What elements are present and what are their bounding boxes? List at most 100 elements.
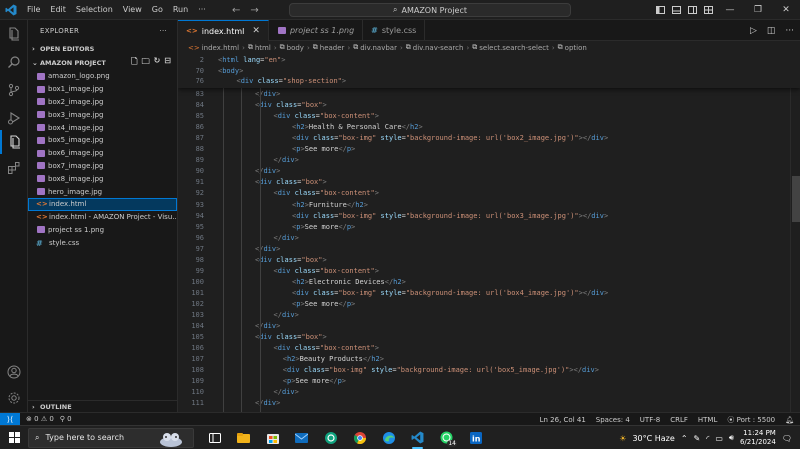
menu-item-selection[interactable]: Selection <box>71 0 118 20</box>
explorer-icon[interactable] <box>0 130 28 154</box>
run-and-debug-icon[interactable] <box>0 106 28 130</box>
split-editor-icon[interactable]: ◫ <box>767 26 776 36</box>
linkedin-icon[interactable]: in <box>461 426 490 449</box>
chatgpt-icon[interactable] <box>316 426 345 449</box>
toggle-primary-sidebar-icon[interactable] <box>652 0 668 20</box>
breadcrumb-item[interactable]: body <box>287 44 304 52</box>
chevron-up-icon[interactable]: ⌃ <box>681 434 688 443</box>
task-view-icon[interactable] <box>200 426 229 449</box>
code-line[interactable]: 89 </div> <box>178 155 800 166</box>
command-center[interactable]: ⌕ AMAZON Project <box>289 3 571 17</box>
problems-indicator[interactable]: ⊗ 0 ⚠ 0 <box>26 415 54 423</box>
chrome-icon[interactable] <box>345 426 374 449</box>
code-line[interactable]: 2 <html lang="en"> <box>178 55 800 66</box>
tab-project-ss-1-png[interactable]: project ss 1.png <box>269 20 364 41</box>
more-actions-icon[interactable]: ··· <box>785 26 794 36</box>
code-line[interactable]: 111</div> <box>178 398 800 409</box>
minimize-icon[interactable]: — <box>716 0 744 20</box>
live-server-port[interactable]: ⦿ Port : 5500 <box>727 415 775 425</box>
breadcrumb-item[interactable]: div.nav-search <box>413 44 464 52</box>
more-actions-icon[interactable]: ··· <box>159 27 167 35</box>
volume-icon[interactable]: 🔊︎ <box>729 433 734 443</box>
breadcrumb-item[interactable]: header <box>320 44 345 52</box>
new-file-icon[interactable]: 🗋 <box>131 56 137 70</box>
toggle-secondary-sidebar-icon[interactable] <box>684 0 700 20</box>
file-item[interactable]: hero_image.jpg <box>28 185 177 198</box>
file-item[interactable]: <> index.html <box>28 197 177 211</box>
source-control-icon[interactable] <box>0 78 28 102</box>
file-item[interactable]: box3_image.jpg <box>28 108 177 121</box>
edge-icon[interactable] <box>374 426 403 449</box>
clock[interactable]: 11:24 PM 6/21/2024 <box>740 429 776 447</box>
code-line[interactable]: 102 <p>See more</p> <box>178 299 800 310</box>
indentation[interactable]: Spaces: 4 <box>596 416 630 424</box>
close-icon[interactable]: ✕ <box>772 0 800 20</box>
outline-section[interactable]: › OUTLINE <box>28 400 178 412</box>
refresh-icon[interactable]: ↻ <box>154 56 161 70</box>
code-line[interactable]: 83</div> <box>178 89 800 100</box>
code-line[interactable]: 88 <p>See more</p> <box>178 144 800 155</box>
breadcrumb-item[interactable]: index.html <box>202 44 239 52</box>
file-item[interactable]: box4_image.jpg <box>28 121 177 134</box>
manage-gear-icon[interactable] <box>0 386 28 410</box>
code-line[interactable]: 110 </div> <box>178 387 800 398</box>
breadcrumb-item[interactable]: option <box>565 44 587 52</box>
menu-item-view[interactable]: View <box>118 0 147 20</box>
code-line[interactable]: 87 <div class="box-img" style="background… <box>178 133 800 144</box>
breadcrumb-item[interactable]: div.navbar <box>360 44 397 52</box>
wifi-icon[interactable]: ◜ <box>706 434 709 443</box>
tab-index-html[interactable]: <> index.html ✕ <box>178 20 269 41</box>
forward-arrow-icon[interactable]: → <box>250 5 258 16</box>
encoding[interactable]: UTF-8 <box>640 416 660 424</box>
code-line[interactable]: 95 <p>See more</p> <box>178 222 800 233</box>
code-line[interactable]: 91 <div class="box"> <box>178 177 800 188</box>
file-item[interactable]: box1_image.jpg <box>28 83 177 96</box>
vscode-taskbar-icon[interactable] <box>403 426 432 449</box>
accounts-icon[interactable] <box>0 360 28 384</box>
breadcrumb-item[interactable]: html <box>255 44 271 52</box>
remote-indicator-icon[interactable]: ⟩⟨ <box>0 412 20 426</box>
tab-close-icon[interactable]: ✕ <box>252 26 260 36</box>
file-item[interactable]: # style.css <box>28 236 177 249</box>
breadcrumb-item[interactable]: select.search-select <box>479 44 549 52</box>
code-line[interactable]: 86 <h2>Health & Personal Care</h2> <box>178 122 800 133</box>
pen-icon[interactable]: ✎ <box>694 434 701 443</box>
menu-item-go[interactable]: Go <box>147 0 168 20</box>
search-icon[interactable] <box>0 50 28 74</box>
microsoft-store-icon[interactable] <box>258 426 287 449</box>
code-line[interactable]: 106 <div class="box-content"> <box>178 343 800 354</box>
back-arrow-icon[interactable]: ← <box>232 5 240 16</box>
weather-text[interactable]: 30°C Haze <box>632 434 674 443</box>
file-item[interactable]: box2_image.jpg <box>28 96 177 109</box>
code-line[interactable]: 100 <h2>Electronic Devices</h2> <box>178 277 800 288</box>
code-line[interactable]: 94 <div class="box-img" style="background… <box>178 211 800 222</box>
file-item[interactable]: box7_image.jpg <box>28 160 177 173</box>
whatsapp-icon[interactable]: 14 <box>432 426 461 449</box>
notifications-bell-icon[interactable]: 🔔︎ <box>785 416 794 424</box>
file-item[interactable]: <> index.html - AMAZON Project - Visu... <box>28 211 177 224</box>
mail-icon[interactable] <box>287 426 316 449</box>
editor-scrollbar[interactable] <box>790 88 800 412</box>
open-editors-section[interactable]: › OPEN EDITORS <box>28 42 177 56</box>
menu-item-file[interactable]: File <box>22 0 45 20</box>
code-line[interactable]: 104</div> <box>178 321 800 332</box>
code-editor[interactable]: 2 <html lang="en"> 70 <body> 76 <div class="s… <box>178 54 800 412</box>
code-line[interactable]: 103 </div> <box>178 310 800 321</box>
code-line[interactable]: 84 <div class="box"> <box>178 100 800 111</box>
run-icon[interactable]: ▷ <box>750 26 757 36</box>
file-item[interactable]: box8_image.jpg <box>28 172 177 185</box>
code-line[interactable]: 108 <div class="box-img" style="backgroun… <box>178 365 800 376</box>
collapse-all-icon[interactable]: ⊟ <box>164 56 171 70</box>
project-section[interactable]: ⌄ AMAZON PROJECT 🗋 🗀 ↻ ⊟ <box>28 56 177 70</box>
extensions-icon[interactable] <box>0 156 28 180</box>
code-line[interactable]: 92 <div class="box-content"> <box>178 188 800 199</box>
code-line[interactable]: 96 </div> <box>178 233 800 244</box>
file-item[interactable]: amazon_logo.png <box>28 70 177 83</box>
windows-start-icon[interactable] <box>0 426 28 449</box>
toggle-panel-icon[interactable] <box>668 0 684 20</box>
cursor-position[interactable]: Ln 26, Col 41 <box>540 416 586 424</box>
code-line[interactable]: 93 <h2>Furniture</h2> <box>178 200 800 211</box>
end-of-line[interactable]: CRLF <box>670 416 688 424</box>
code-line[interactable]: 107 <h2>Beauty Products</h2> <box>178 354 800 365</box>
code-line[interactable]: 76 <div class="shop-section"> <box>178 76 800 87</box>
